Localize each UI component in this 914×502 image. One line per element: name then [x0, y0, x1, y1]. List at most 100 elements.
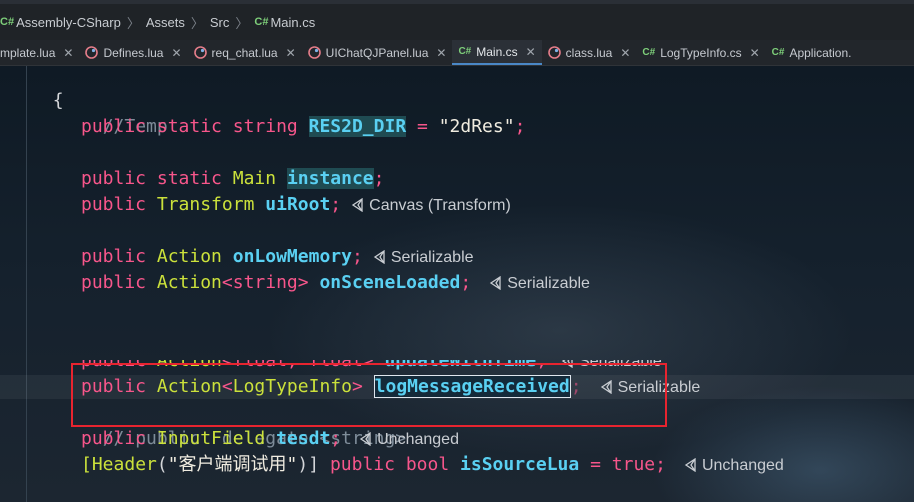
- chevron-right-icon: 〉: [190, 15, 204, 31]
- tab-label: req_chat.lua: [211, 45, 278, 60]
- semicolon: ;: [460, 272, 472, 293]
- tab-label: Main.cs: [476, 44, 518, 59]
- csharp-icon: C#: [642, 47, 656, 58]
- semicolon: ;: [330, 194, 342, 215]
- code-line-uiroot[interactable]: public Transform uiRoot; Canvas (Transfor…: [81, 192, 511, 218]
- close-icon[interactable]: ✕: [171, 46, 181, 60]
- type-name: Main: [232, 168, 277, 189]
- keyword: static: [156, 168, 222, 189]
- chevron-right-icon: 〉: [235, 15, 249, 31]
- operator: =: [417, 116, 428, 137]
- keyword: public: [81, 116, 147, 137]
- code-line-comment-temp[interactable]: //Temp: [81, 88, 168, 137]
- unity-icon: [489, 273, 502, 299]
- close-icon[interactable]: ✕: [620, 46, 630, 60]
- tab-label: Defines.lua: [103, 45, 164, 60]
- close-icon[interactable]: ✕: [63, 46, 73, 60]
- close-icon[interactable]: ✕: [436, 46, 446, 60]
- tab-uichatqjpanel-lua[interactable]: UIChatQJPanel.lua ✕: [302, 40, 453, 65]
- field-name: tesdt: [276, 428, 331, 449]
- attribute-name: Header: [91, 454, 157, 475]
- breadcrumb-file-label: Main.cs: [270, 14, 316, 30]
- generic-bracket: <: [221, 272, 233, 293]
- tab-label: mplate.lua: [0, 45, 56, 60]
- tab-label: LogTypeInfo.cs: [660, 45, 742, 60]
- lua-icon: [547, 46, 561, 59]
- semicolon: ;: [330, 428, 342, 449]
- csharp-project-icon: C#: [0, 16, 15, 28]
- field-name: isSourceLua: [460, 454, 580, 475]
- breadcrumb-assets[interactable]: Assets: [146, 15, 185, 30]
- indent-guide: [26, 66, 27, 502]
- tab-main-cs[interactable]: C# Main.cs ✕: [452, 40, 542, 65]
- csharp-icon: C#: [771, 47, 785, 58]
- breadcrumb-src-label: Src: [209, 14, 230, 30]
- code-line-onlowmemory[interactable]: public Action onLowMemory; Serializable: [81, 244, 474, 270]
- keyword: public: [81, 246, 147, 267]
- keyword: public: [81, 168, 147, 189]
- close-icon[interactable]: ✕: [526, 45, 536, 59]
- type-name: Transform: [156, 194, 255, 215]
- field-name: RES2D_DIR: [308, 116, 407, 137]
- semicolon: ;: [514, 116, 526, 137]
- inlay-hint-unchanged[interactable]: Unchanged: [359, 431, 459, 448]
- string-literal: "客户端调试用": [167, 454, 298, 475]
- field-name: onSceneLoaded: [319, 272, 461, 293]
- keyword: public: [329, 454, 395, 475]
- code-line-issourcelua[interactable]: [Header("客户端调试用")] public bool isSourceL…: [81, 452, 784, 478]
- keyword: string: [232, 116, 298, 137]
- inlay-hint-serializable[interactable]: Serializable: [373, 249, 474, 266]
- hint-text: Unchanged: [377, 431, 459, 448]
- tab-label: UIChatQJPanel.lua: [325, 45, 429, 60]
- inlay-hint-serializable[interactable]: Serializable: [489, 275, 590, 292]
- tab-req-chat-lua[interactable]: req_chat.lua ✕: [188, 40, 302, 65]
- inlay-hint-unchanged[interactable]: Unchanged: [684, 457, 784, 474]
- code-line-instance[interactable]: public static Main instance;: [81, 166, 385, 192]
- breadcrumb-project-label: Assembly-CSharp: [16, 14, 121, 30]
- field-name: uiRoot: [265, 194, 331, 215]
- operator: =: [590, 454, 601, 475]
- attribute-close: )]: [297, 454, 320, 475]
- keyword: bool: [405, 454, 450, 475]
- unity-icon: [351, 195, 364, 221]
- hint-text: Serializable: [507, 275, 590, 292]
- chevron-right-icon: 〉: [126, 15, 140, 31]
- close-icon[interactable]: ✕: [286, 46, 296, 60]
- field-name: onLowMemory: [232, 246, 352, 267]
- code-line-res2d[interactable]: public static string RES2D_DIR = "2dRes"…: [81, 114, 525, 140]
- tab-label: Application.: [789, 45, 852, 60]
- type-name: InputField: [156, 428, 266, 449]
- breadcrumb-file[interactable]: C# Main.cs: [254, 15, 315, 30]
- keyword: public: [81, 428, 147, 449]
- tab-label: class.lua: [565, 45, 613, 60]
- code-line-brace[interactable]: {: [31, 62, 64, 111]
- keyword: static: [156, 116, 222, 137]
- tab-defines-lua[interactable]: Defines.lua ✕: [79, 40, 187, 65]
- breadcrumb-project[interactable]: C# Assembly-CSharp: [0, 15, 121, 30]
- keyword: string: [232, 272, 298, 293]
- breadcrumb-src[interactable]: Src: [210, 15, 230, 30]
- code-line-tesdt[interactable]: public InputField tesdt; Unchanged: [81, 426, 459, 452]
- paren: (: [156, 454, 168, 475]
- string-literal: "2dRes": [438, 116, 515, 137]
- lua-icon: [307, 46, 321, 59]
- hint-text: Canvas (Transform): [369, 197, 511, 214]
- csharp-icon: C#: [458, 46, 472, 57]
- keyword: true: [611, 454, 656, 475]
- tab-application-cs[interactable]: C# Application.: [766, 40, 858, 65]
- field-name: instance: [286, 168, 374, 189]
- generic-bracket: >: [297, 272, 309, 293]
- type-name: Action: [156, 272, 222, 293]
- editor-tab-bar: mplate.lua ✕ Defines.lua ✕ req_chat.lua …: [0, 40, 914, 66]
- type-name: Action: [156, 246, 222, 267]
- close-icon[interactable]: ✕: [750, 46, 760, 60]
- attribute-bracket: [: [81, 454, 92, 475]
- keyword: public: [81, 194, 147, 215]
- hint-text: Unchanged: [701, 457, 784, 474]
- tab-logtypeinfo-cs[interactable]: C# LogTypeInfo.cs ✕: [636, 40, 765, 65]
- breadcrumb-assets-label: Assets: [145, 14, 185, 30]
- tab-class-lua[interactable]: class.lua ✕: [542, 40, 637, 65]
- inlay-hint-canvas[interactable]: Canvas (Transform): [351, 197, 511, 214]
- lua-icon: [85, 46, 99, 59]
- code-line-onsceneloaded[interactable]: public Action<string> onSceneLoaded; Seri…: [81, 270, 590, 296]
